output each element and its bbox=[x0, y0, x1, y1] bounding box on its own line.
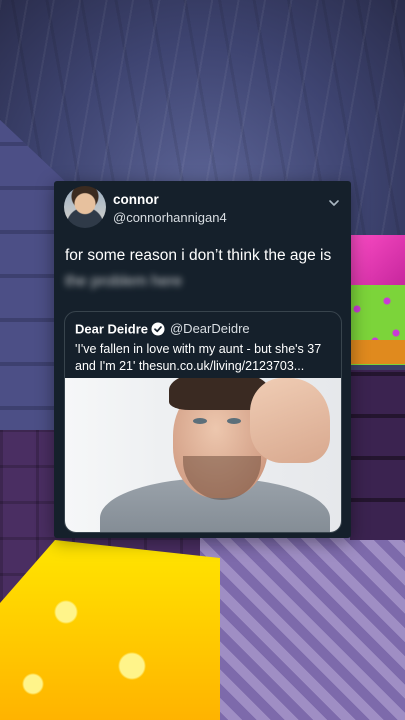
background-orange-block bbox=[350, 340, 405, 364]
background-lava bbox=[0, 540, 220, 720]
quoted-tweet-text: 'I've fallen in love with my aunt - but … bbox=[75, 342, 322, 373]
tweet-header: connor @connorhannigan4 bbox=[64, 186, 343, 230]
tweet-text-blurred: the problem here bbox=[65, 273, 183, 290]
avatar[interactable] bbox=[64, 186, 106, 228]
verified-badge-icon bbox=[151, 322, 165, 336]
photo-eye-right bbox=[227, 418, 241, 424]
chevron-down-icon[interactable] bbox=[327, 196, 341, 210]
tweet-handle[interactable]: @connorhannigan4 bbox=[113, 210, 227, 225]
tweet-text: for some reason i don’t think the age is bbox=[65, 247, 332, 264]
tweet-display-name[interactable]: connor bbox=[113, 192, 159, 207]
quoted-handle: @DearDeidre bbox=[169, 321, 250, 337]
quoted-tweet[interactable]: Dear Deidre @DearDeidre 'I've fallen in l… bbox=[64, 311, 342, 533]
photo-hand bbox=[250, 378, 330, 463]
photo-eye-left bbox=[193, 418, 207, 424]
background-floor-right bbox=[200, 520, 405, 720]
tweet-card[interactable]: connor @connorhannigan4 for some reason … bbox=[54, 181, 351, 538]
quoted-display-name: Dear Deidre bbox=[75, 321, 148, 337]
man-portrait-photo[interactable] bbox=[65, 378, 341, 532]
background-right-blocks bbox=[350, 370, 405, 540]
quoted-tweet-header: Dear Deidre @DearDeidre bbox=[75, 320, 250, 336]
